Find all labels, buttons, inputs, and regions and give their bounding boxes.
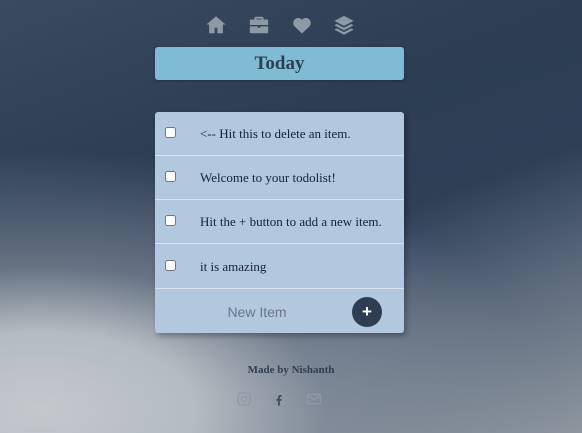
heart-icon[interactable] — [291, 14, 313, 36]
new-item-input[interactable] — [175, 300, 339, 324]
footer: Made by Nishanth — [0, 364, 582, 376]
item-text: Hit the + button to add a new item. — [200, 214, 382, 229]
email-icon[interactable] — [306, 391, 322, 407]
social-links — [236, 391, 326, 409]
item-text: it is amazing — [200, 259, 267, 274]
list-item: Welcome to your todolist! — [155, 156, 404, 200]
delete-checkbox[interactable] — [165, 215, 176, 226]
briefcase-icon[interactable] — [248, 14, 270, 36]
list-item: Hit the + button to add a new item. — [155, 200, 404, 244]
delete-checkbox[interactable] — [165, 171, 176, 182]
list-item: it is amazing — [155, 245, 404, 289]
todo-list: <-- Hit this to delete an item. Welcome … — [155, 112, 404, 333]
top-nav — [205, 12, 355, 38]
list-title: Today — [254, 52, 305, 74]
layers-icon[interactable] — [333, 14, 355, 36]
item-text: Welcome to your todolist! — [200, 170, 336, 185]
delete-checkbox[interactable] — [165, 127, 176, 138]
facebook-icon[interactable] — [271, 391, 287, 407]
item-text: <-- Hit this to delete an item. — [200, 126, 351, 141]
add-item-button[interactable]: + — [352, 297, 382, 327]
list-item: <-- Hit this to delete an item. — [155, 112, 404, 156]
footer-credit: Made by Nishanth — [247, 364, 335, 376]
new-item-form: + — [155, 289, 404, 333]
list-title-bar: Today — [155, 47, 404, 80]
instagram-icon[interactable] — [236, 391, 252, 407]
home-icon[interactable] — [205, 14, 227, 36]
delete-checkbox[interactable] — [165, 260, 176, 271]
